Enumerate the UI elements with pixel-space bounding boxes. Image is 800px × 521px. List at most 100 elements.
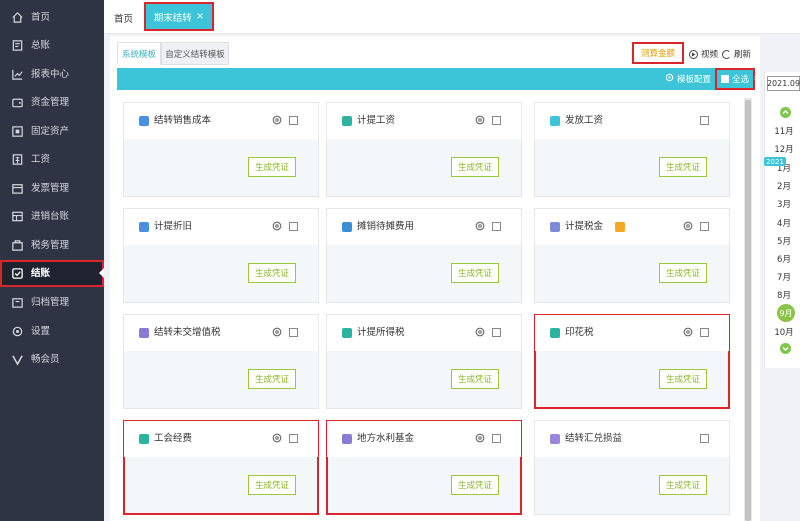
generate-voucher-button[interactable]: 生成凭证 [248, 369, 296, 389]
sidebar-item-tax[interactable]: 税务管理 [0, 232, 104, 258]
collapse-arrow-icon[interactable]: › [753, 74, 761, 86]
card-checkbox[interactable] [289, 328, 298, 337]
calendar-month[interactable]: 7月 [768, 271, 800, 283]
gear-icon[interactable] [271, 114, 283, 126]
wallet-icon [11, 96, 24, 109]
card-checkbox[interactable] [700, 222, 709, 231]
card-checkbox[interactable] [700, 434, 709, 443]
gear-icon [665, 73, 674, 85]
sidebar-item-ledger[interactable]: 总账 [0, 32, 104, 58]
closing-icon [11, 267, 24, 280]
chevron-down-icon[interactable] [780, 343, 791, 354]
close-icon[interactable]: × [196, 11, 204, 22]
generate-voucher-button[interactable]: 生成凭证 [659, 369, 707, 389]
card-checkbox[interactable] [289, 434, 298, 443]
card-type-icon [550, 328, 560, 338]
subtab-system-template[interactable]: 系统模板 [117, 42, 161, 65]
card-header: 印花税 [535, 315, 729, 351]
gear-icon[interactable] [474, 432, 486, 444]
generate-voucher-button[interactable]: 生成凭证 [248, 475, 296, 495]
generate-voucher-button[interactable]: 生成凭证 [659, 263, 707, 283]
sidebar-item-closing[interactable]: 结账 [0, 260, 104, 287]
template-config-button[interactable]: 模板配置 [665, 73, 711, 85]
generate-voucher-button[interactable]: 生成凭证 [659, 475, 707, 495]
card-header: 计提工资 [327, 103, 521, 139]
sidebar-item-vip[interactable]: 畅会员 [0, 346, 104, 372]
select-all-button[interactable]: 全选 [715, 68, 755, 90]
calendar-month[interactable]: 5月 [768, 235, 800, 247]
gear-icon[interactable] [474, 114, 486, 126]
gear-icon[interactable] [271, 432, 283, 444]
sidebar-item-funds[interactable]: 资金管理 [0, 89, 104, 115]
generate-voucher-button[interactable]: 生成凭证 [451, 369, 499, 389]
card-title: 计提工资 [357, 115, 396, 126]
card-checkbox[interactable] [700, 116, 709, 125]
generate-voucher-button[interactable]: 生成凭证 [248, 263, 296, 283]
template-card: 计提所得税 生成凭证 [326, 314, 522, 409]
card-checkbox[interactable] [492, 328, 501, 337]
card-type-icon [139, 434, 149, 444]
sidebar-item-label: 税务管理 [31, 240, 70, 251]
refresh-button[interactable]: 刷新 [722, 48, 751, 60]
generate-voucher-button[interactable]: 生成凭证 [248, 157, 296, 177]
gear-icon[interactable] [682, 326, 694, 338]
sidebar-item-settings[interactable]: 设置 [0, 318, 104, 344]
card-checkbox[interactable] [492, 222, 501, 231]
scrollbar-thumb[interactable] [745, 100, 751, 521]
card-title: 发放工资 [565, 115, 604, 126]
card-title: 工会经费 [154, 433, 193, 444]
refresh-icon [722, 49, 731, 59]
calendar-month[interactable]: 4月 [768, 217, 800, 229]
sidebar-item-reports[interactable]: 报表中心 [0, 61, 104, 87]
generate-voucher-button[interactable]: 生成凭证 [451, 157, 499, 177]
template-card: 地方水利基金 生成凭证 [326, 420, 522, 515]
generate-voucher-button[interactable]: 生成凭证 [451, 263, 499, 283]
subtab-custom-template[interactable]: 自定义结转模板 [161, 42, 229, 65]
calendar-month[interactable]: 6月 [768, 253, 800, 265]
sidebar-item-fixed-assets[interactable]: 固定资产 [0, 118, 104, 144]
calendar-month[interactable]: 2月 [768, 180, 800, 192]
sidebar-item-label: 固定资产 [31, 126, 70, 137]
calendar-month-current[interactable]: 9月 [777, 304, 795, 322]
calendar-month[interactable]: 3月 [768, 198, 800, 210]
calendar-month[interactable]: 10月 [768, 326, 800, 338]
card-header: 计提折旧 [124, 209, 318, 245]
card-header: 工会经费 [124, 421, 318, 457]
card-checkbox[interactable] [492, 116, 501, 125]
sidebar-item-invoices[interactable]: 发票管理 [0, 175, 104, 201]
period-year-display[interactable]: 2021.09 [767, 76, 800, 91]
video-label: 视频 [701, 50, 719, 60]
sidebar-item-label: 结账 [31, 268, 51, 279]
card-checkbox[interactable] [289, 116, 298, 125]
card-title: 结转汇兑损益 [565, 433, 623, 444]
sidebar-item-label: 发票管理 [31, 183, 70, 194]
gear-icon[interactable] [271, 220, 283, 232]
sidebar-item-inventory[interactable]: 进销台账 [0, 203, 104, 229]
gear-icon[interactable] [474, 220, 486, 232]
calc-amount-button[interactable]: 测算金额 [632, 42, 684, 64]
template-card: 计提折旧 生成凭证 [123, 208, 319, 303]
chevron-up-icon[interactable] [780, 107, 791, 118]
card-header: 地方水利基金 [327, 421, 521, 457]
sidebar-item-salary[interactable]: 工资 [0, 146, 104, 172]
template-card: 计提税金 生成凭证 [534, 208, 730, 303]
card-header: 计提税金 [535, 209, 729, 245]
tab-period-end-closing[interactable]: 期末结转 × [144, 2, 214, 31]
calendar-month[interactable]: 11月 [768, 125, 800, 137]
sidebar-item-label: 进销台账 [31, 211, 70, 222]
gear-icon[interactable] [271, 326, 283, 338]
video-button[interactable]: 视频 [689, 48, 718, 60]
gear-icon[interactable] [682, 220, 694, 232]
calendar-month[interactable]: 8月 [768, 289, 800, 301]
gear-icon[interactable] [474, 326, 486, 338]
generate-voucher-button[interactable]: 生成凭证 [659, 157, 707, 177]
card-checkbox[interactable] [289, 222, 298, 231]
card-checkbox[interactable] [700, 328, 709, 337]
tab-home[interactable]: 首页 [114, 11, 133, 25]
card-checkbox[interactable] [492, 434, 501, 443]
generate-voucher-button[interactable]: 生成凭证 [451, 475, 499, 495]
sidebar-item-archive[interactable]: 归档管理 [0, 289, 104, 315]
sidebar-item-label: 报表中心 [31, 69, 70, 80]
sidebar-item-home[interactable]: 首页 [0, 4, 104, 30]
calendar-month[interactable]: 12月 [768, 143, 800, 155]
